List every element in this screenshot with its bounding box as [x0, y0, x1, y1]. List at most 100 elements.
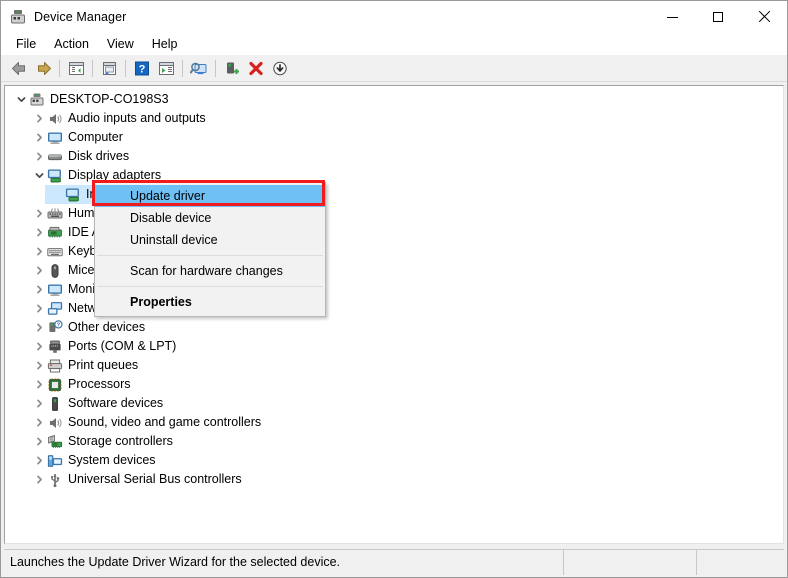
tree-item[interactable]: Audio inputs and outputs	[5, 109, 783, 128]
processor-icon	[47, 377, 63, 393]
tree-item-label: System devices	[68, 451, 156, 470]
context-menu[interactable]: Update driverDisable deviceUninstall dev…	[94, 182, 326, 317]
tree-item-label: Universal Serial Bus controllers	[68, 470, 242, 489]
svg-text:?: ?	[139, 63, 146, 75]
tree-item-label: Processors	[68, 375, 131, 394]
tree-item[interactable]: Print queues	[5, 356, 783, 375]
chevron-right-icon[interactable]	[32, 223, 47, 242]
context-menu-item-uninstall-device[interactable]: Uninstall device	[95, 229, 325, 251]
chevron-right-icon[interactable]	[32, 470, 47, 489]
close-icon	[758, 11, 770, 23]
context-menu-item-disable-device[interactable]: Disable device	[95, 207, 325, 229]
chevron-right-icon[interactable]	[32, 261, 47, 280]
uninstall-device-icon	[248, 61, 264, 76]
toolbar-separator	[182, 60, 183, 77]
tree-item[interactable]: System devices	[5, 451, 783, 470]
usb-icon	[47, 472, 63, 488]
chevron-right-icon[interactable]	[32, 147, 47, 166]
tree-item[interactable]: Sound, video and game controllers	[5, 413, 783, 432]
menu-help[interactable]: Help	[143, 35, 187, 53]
other-device-icon: ?	[47, 320, 63, 336]
toolbar-separator	[59, 60, 60, 77]
chevron-right-icon[interactable]	[32, 204, 47, 223]
chevron-right-icon[interactable]	[32, 280, 47, 299]
chevron-right-icon[interactable]	[32, 375, 47, 394]
context-menu-item-properties[interactable]: Properties	[95, 291, 325, 313]
display-adapter-icon	[47, 168, 63, 184]
ide-controller-icon	[47, 225, 63, 241]
tree-item[interactable]: ? Other devices	[5, 318, 783, 337]
tree-item-label: Disk drives	[68, 147, 129, 166]
uninstall-device-button[interactable]	[244, 57, 268, 79]
scan-for-hardware-changes-button[interactable]	[187, 57, 211, 79]
device-manager-window: Device Manager File Action View Help	[0, 0, 788, 578]
svg-text:?: ?	[57, 322, 60, 328]
disable-device-button[interactable]	[268, 57, 292, 79]
toolbar: ?	[1, 55, 787, 82]
menu-file[interactable]: File	[7, 35, 45, 53]
context-menu-separator	[97, 286, 323, 287]
tree-item[interactable]: Universal Serial Bus controllers	[5, 470, 783, 489]
printer-icon	[47, 358, 63, 374]
chevron-right-icon[interactable]	[32, 356, 47, 375]
disable-device-icon	[272, 61, 288, 76]
chevron-right-icon[interactable]	[32, 413, 47, 432]
chevron-right-icon[interactable]	[32, 432, 47, 451]
minimize-button[interactable]	[649, 1, 695, 33]
tree-item[interactable]: Storage controllers	[5, 432, 783, 451]
chevron-right-icon[interactable]	[32, 299, 47, 318]
status-cell-2	[564, 550, 696, 575]
menu-action[interactable]: Action	[45, 35, 98, 53]
status-cell-3	[697, 550, 784, 575]
tree-item[interactable]: DESKTOP-CO198S3	[5, 90, 783, 109]
tree-item[interactable]: Disk drives	[5, 147, 783, 166]
display-adapter-icon	[65, 187, 81, 203]
tree-item[interactable]: Processors	[5, 375, 783, 394]
window-controls	[649, 1, 787, 33]
forward-button[interactable]	[31, 57, 55, 79]
tree-item[interactable]: Ports (COM & LPT)	[5, 337, 783, 356]
show-hide-console-tree-icon	[68, 61, 85, 76]
chevron-right-icon[interactable]	[32, 128, 47, 147]
tree-item[interactable]: Computer	[5, 128, 783, 147]
system-device-icon	[47, 453, 63, 469]
minimize-icon	[667, 17, 678, 18]
maximize-button[interactable]	[695, 1, 741, 33]
menu-view[interactable]: View	[98, 35, 143, 53]
close-button[interactable]	[741, 1, 787, 33]
chevron-right-icon[interactable]	[32, 318, 47, 337]
properties-button[interactable]	[97, 57, 121, 79]
mouse-icon	[47, 263, 63, 279]
update-driver-button[interactable]	[154, 57, 178, 79]
status-message: Launches the Update Driver Wizard for th…	[4, 550, 563, 575]
status-bar: Launches the Update Driver Wizard for th…	[4, 549, 784, 574]
menu-bar: File Action View Help	[1, 33, 787, 55]
disk-drive-icon	[47, 149, 63, 165]
speaker-icon	[47, 111, 63, 127]
tree-item-label: Audio inputs and outputs	[68, 109, 206, 128]
scan-for-hardware-changes-icon	[190, 61, 208, 76]
chevron-down-icon[interactable]	[14, 90, 29, 109]
computer-root-icon	[29, 92, 45, 108]
storage-controller-icon	[47, 434, 63, 450]
help-button[interactable]: ?	[130, 57, 154, 79]
tree-item-label: Computer	[68, 128, 123, 147]
chevron-right-icon[interactable]	[32, 109, 47, 128]
properties-icon	[101, 61, 118, 76]
enable-device-button[interactable]	[220, 57, 244, 79]
window-title: Device Manager	[34, 10, 126, 24]
tree-item-label: DESKTOP-CO198S3	[50, 90, 169, 109]
tree-item[interactable]: Software devices	[5, 394, 783, 413]
tree-item-label: Other devices	[68, 318, 145, 337]
keyboard-icon	[47, 244, 63, 260]
back-button[interactable]	[7, 57, 31, 79]
chevron-right-icon[interactable]	[32, 394, 47, 413]
chevron-right-icon[interactable]	[32, 451, 47, 470]
chevron-down-icon[interactable]	[32, 166, 47, 185]
context-menu-item-scan-for-hardware-changes[interactable]: Scan for hardware changes	[95, 260, 325, 282]
chevron-right-icon[interactable]	[32, 242, 47, 261]
show-hide-console-tree-button[interactable]	[64, 57, 88, 79]
title-bar: Device Manager	[1, 1, 787, 33]
context-menu-item-update-driver[interactable]: Update driver	[95, 185, 325, 207]
chevron-right-icon[interactable]	[32, 337, 47, 356]
